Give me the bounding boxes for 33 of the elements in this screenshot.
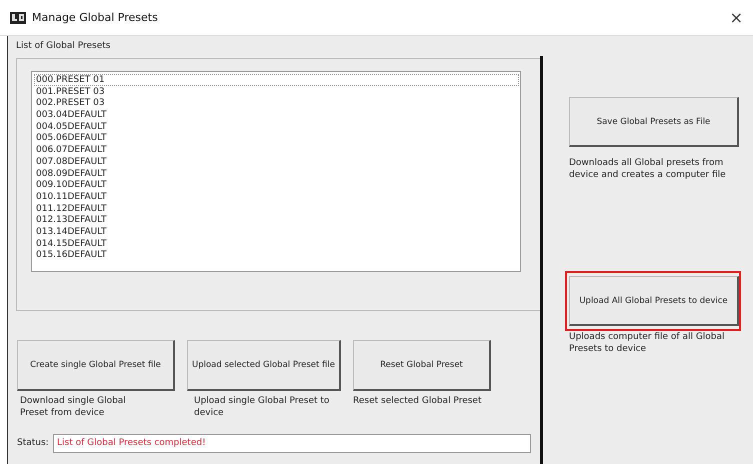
list-label: List of Global Presets	[16, 40, 112, 53]
list-item[interactable]: 000.PRESET 01	[34, 74, 519, 86]
list-item[interactable]: 005.06DEFAULT	[34, 132, 519, 144]
list-item[interactable]: 004.05DEFAULT	[34, 120, 519, 132]
window-title: Manage Global Presets	[32, 11, 158, 24]
list-item[interactable]: 013.14DEFAULT	[34, 226, 519, 238]
action-button[interactable]: Upload All Global Presets to device	[569, 276, 739, 326]
action-button[interactable]: Reset Global Preset	[353, 340, 491, 391]
list-item[interactable]: 015.16DEFAULT	[34, 249, 519, 261]
app-logo-icon	[10, 12, 26, 24]
list-item[interactable]: 001.PRESET 03	[34, 86, 519, 98]
status-label: Status:	[16, 438, 50, 448]
button-description: Upload single Global Preset to device	[193, 396, 330, 419]
action-button[interactable]: Upload selected Global Preset file	[187, 340, 341, 391]
list-item[interactable]: 007.08DEFAULT	[34, 156, 519, 168]
list-item[interactable]: 006.07DEFAULT	[34, 144, 519, 156]
list-item[interactable]: 009.10DEFAULT	[34, 179, 519, 191]
close-button[interactable]: ×	[724, 8, 749, 27]
preset-list[interactable]	[31, 71, 521, 272]
button-description: Download single Global Preset from device	[19, 396, 127, 419]
button-description: Uploads computer file of all Global Presets to device	[568, 332, 726, 355]
list-item[interactable]: 008.09DEFAULT	[34, 168, 519, 180]
action-button[interactable]: Save Global Presets as File	[569, 97, 739, 147]
button-description: Downloads all Global presets from device and creates a computer file	[568, 158, 727, 181]
list-item[interactable]: 003.04DEFAULT	[34, 109, 519, 121]
list-item[interactable]: 002.PRESET 03	[34, 97, 519, 110]
list-item[interactable]: 010.11DEFAULT	[34, 190, 519, 203]
list-item[interactable]: 011.12DEFAULT	[34, 202, 519, 214]
button-description: Reset selected Global Preset	[353, 396, 482, 408]
action-button[interactable]: Create single Global Preset file	[17, 340, 175, 391]
list-item[interactable]: 014.15DEFAULT	[34, 238, 519, 250]
status-field: List of Global Presets completed!	[53, 434, 531, 452]
list-item[interactable]: 012.13DEFAULT	[34, 214, 519, 226]
